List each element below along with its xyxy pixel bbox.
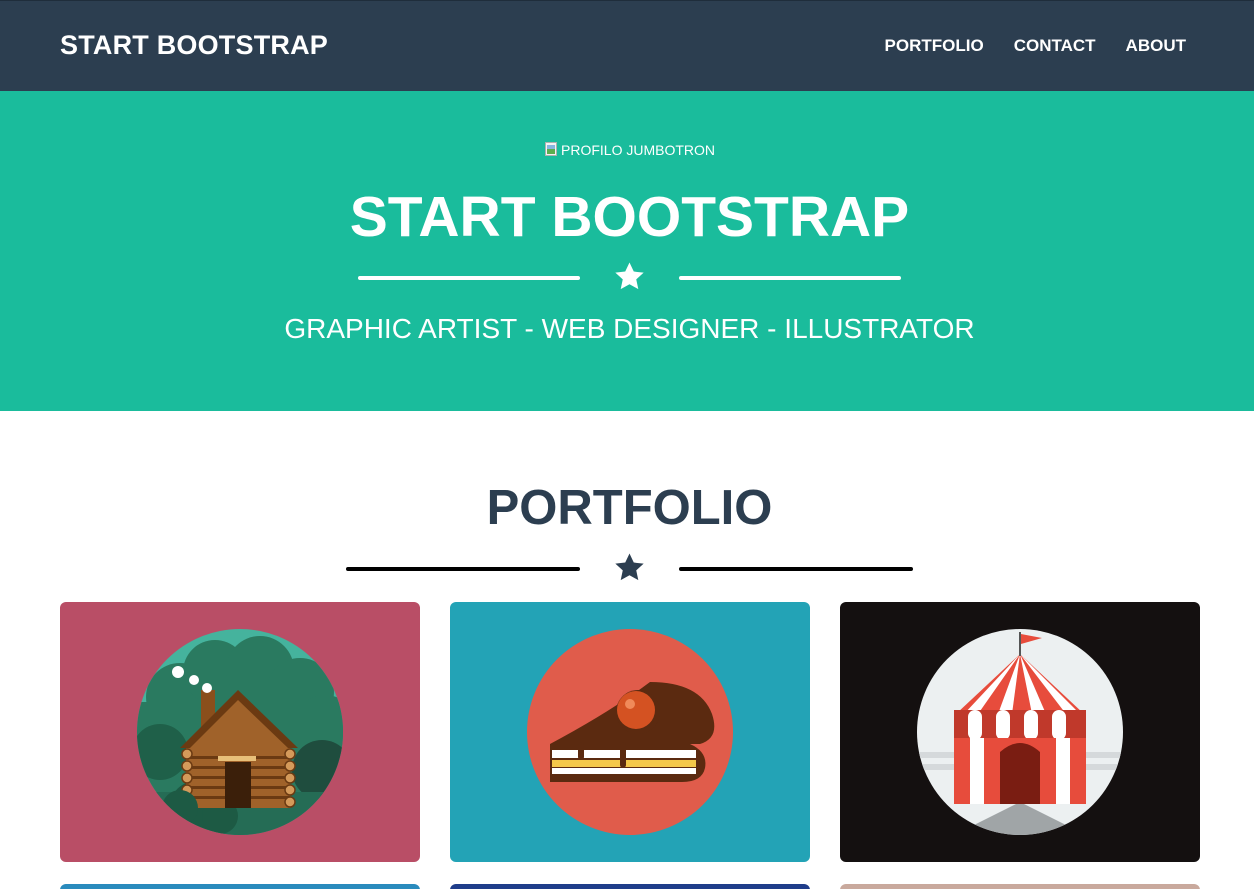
- portfolio-item-cabin[interactable]: [60, 602, 420, 862]
- star-icon: [615, 553, 644, 581]
- brand-link[interactable]: START BOOTSTRAP: [60, 30, 328, 61]
- portfolio-title: PORTFOLIO: [486, 481, 773, 535]
- portfolio-item-cake[interactable]: [450, 602, 810, 862]
- portfolio-item-6[interactable]: [840, 884, 1200, 889]
- portfolio-item-circus[interactable]: [840, 602, 1200, 862]
- cake-icon: [527, 629, 733, 835]
- navbar: START BOOTSTRAP PORTFOLIO CONTACT ABOUT: [0, 0, 1254, 91]
- cabin-icon: [137, 629, 343, 835]
- broken-image-icon: [544, 142, 560, 158]
- profile-image-alt-text: PROFILO JUMBOTRON: [561, 142, 716, 158]
- nav-links: PORTFOLIO CONTACT ABOUT: [885, 36, 1186, 56]
- circus-tent-icon: [917, 629, 1123, 835]
- hero-header: PROFILO JUMBOTRON START BOOTSTRAP GRAPHI…: [0, 91, 1254, 411]
- nav-link-about[interactable]: ABOUT: [1126, 36, 1186, 56]
- hero-divider-right: [679, 276, 901, 280]
- star-icon: [615, 262, 644, 290]
- portfolio-item-5[interactable]: [450, 884, 810, 889]
- hero-subtitle: GRAPHIC ARTIST - WEB DESIGNER - ILLUSTRA…: [284, 313, 975, 344]
- hero-divider-left: [358, 276, 580, 280]
- nav-link-portfolio[interactable]: PORTFOLIO: [885, 36, 984, 56]
- nav-link-contact[interactable]: CONTACT: [1014, 36, 1096, 56]
- portfolio-divider-right: [679, 567, 913, 571]
- hero-title: START BOOTSTRAP: [349, 185, 910, 249]
- portfolio-item-4[interactable]: [60, 884, 420, 889]
- profile-image: PROFILO JUMBOTRON: [544, 142, 715, 158]
- portfolio-divider-left: [346, 567, 580, 571]
